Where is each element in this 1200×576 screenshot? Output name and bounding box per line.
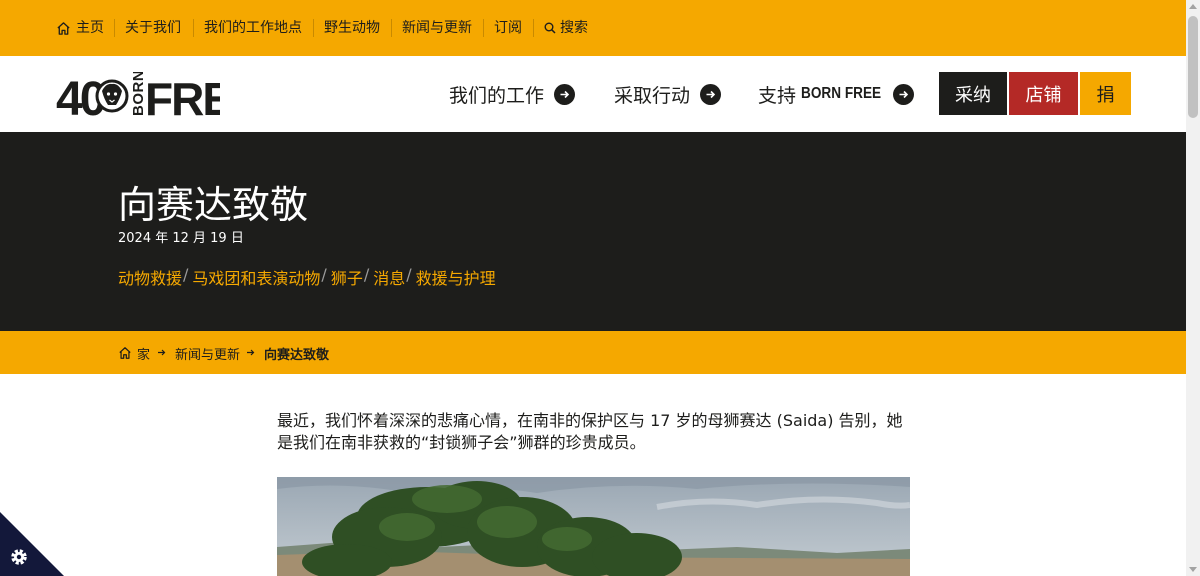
topnav-subscribe-link[interactable]: 订阅	[494, 18, 522, 38]
tag-news[interactable]: 消息	[373, 265, 405, 289]
divider	[391, 19, 392, 37]
lion-habitat-image	[277, 477, 910, 576]
tag-separator: /	[363, 265, 370, 284]
article-photo	[277, 477, 910, 576]
nav-our-work[interactable]: 我们的工作	[449, 80, 576, 108]
topnav-home-link[interactable]: 主页	[56, 18, 104, 38]
topnav-about-label: 关于我们	[125, 20, 181, 36]
article-hero: 向赛达致敬 2024 年 12 月 19 日 动物救援 / 马戏团和表演动物 / 狮…	[0, 132, 1186, 331]
divider	[193, 19, 194, 37]
breadcrumb-current-label: 向赛达致敬	[264, 347, 330, 363]
divider	[533, 19, 534, 37]
nav-support-label: 支持	[758, 84, 797, 107]
breadcrumb-current: 向赛达致敬	[264, 344, 330, 363]
divider	[114, 19, 115, 37]
scrollbar-thumb[interactable]	[1188, 16, 1198, 118]
topnav-search-label: 搜索	[560, 20, 588, 36]
topnav-wildlife-link[interactable]: 野生动物	[324, 18, 380, 38]
arrow-right-circle-icon	[700, 83, 722, 105]
gear-icon	[0, 512, 64, 576]
breadcrumb-news-label: 新闻与更新	[175, 347, 241, 363]
tag-animal-rescue[interactable]: 动物救援	[118, 265, 182, 289]
topnav-subscribe-label: 订阅	[494, 20, 522, 36]
divider	[313, 19, 314, 37]
divider	[483, 19, 484, 37]
topnav-home-label: 主页	[76, 20, 104, 36]
tag-separator: /	[406, 265, 412, 284]
tag-lions[interactable]: 狮子	[331, 265, 363, 289]
vertical-scrollbar[interactable]	[1186, 0, 1200, 576]
chevron-right-icon	[158, 349, 166, 356]
top-utility-bar: 主页 关于我们 我们的工作地点 野生动物 新闻与更新 订阅 搜索	[0, 0, 1186, 56]
home-icon	[119, 347, 131, 359]
publish-date: 2024 年 12 月 19 日	[118, 231, 244, 246]
nav-support-brand: BORN FREE	[801, 85, 882, 102]
search-icon	[544, 22, 556, 34]
cookie-settings-button[interactable]	[0, 512, 64, 576]
tag-list: 动物救援 / 马戏团和表演动物 / 狮子 / 消息 / 救援与护理	[118, 265, 496, 289]
site-header: 40 BORN FREE 我们的工作 采取行动 支持 BORN FREE	[0, 56, 1186, 132]
article-intro: 最近，我们怀着深深的悲痛心情，在南非的保护区与 17 岁的母狮赛达 (Saida…	[277, 411, 903, 452]
scroll-down-arrow-icon[interactable]	[1189, 567, 1197, 572]
tag-rescue-care[interactable]: 救援与护理	[416, 265, 496, 289]
nav-our-work-label: 我们的工作	[449, 84, 545, 107]
adopt-button-label: 采纳	[955, 84, 991, 106]
topnav-locations-link[interactable]: 我们的工作地点	[204, 18, 302, 38]
arrow-right-circle-icon	[893, 83, 915, 105]
topnav-wildlife-label: 野生动物	[324, 20, 380, 36]
topnav-news-link[interactable]: 新闻与更新	[402, 18, 472, 38]
page-title: 向赛达致敬	[118, 183, 309, 227]
nav-take-action-label: 采取行动	[614, 84, 691, 107]
topnav-about-link[interactable]: 关于我们	[125, 18, 181, 38]
born-free-logo[interactable]: 40 BORN FREE	[56, 70, 262, 126]
svg-text:FREE: FREE	[145, 73, 220, 118]
scroll-up-arrow-icon[interactable]	[1189, 4, 1197, 9]
shop-button[interactable]: 店铺	[1009, 72, 1078, 115]
breadcrumb-home-label: 家	[137, 347, 151, 363]
chevron-right-icon	[247, 349, 255, 356]
nav-take-action[interactable]: 采取行动	[614, 80, 722, 108]
nav-support[interactable]: 支持 BORN FREE	[758, 80, 915, 108]
tag-separator: /	[321, 265, 327, 284]
shop-button-label: 店铺	[1025, 84, 1062, 106]
adopt-button[interactable]: 采纳	[939, 72, 1007, 115]
arrow-right-circle-icon	[554, 83, 576, 105]
home-icon	[57, 21, 70, 35]
breadcrumb-news[interactable]: 新闻与更新	[175, 344, 241, 363]
breadcrumb-home[interactable]: 家	[118, 344, 151, 363]
donate-button-label: 捐	[1096, 84, 1115, 106]
topnav-locations-label: 我们的工作地点	[204, 20, 302, 36]
born-free-logo-image: 40 BORN FREE	[56, 70, 262, 126]
donate-button[interactable]: 捐	[1080, 72, 1131, 115]
topnav-search-link[interactable]: 搜索	[544, 18, 588, 38]
tag-circus-animals[interactable]: 马戏团和表演动物	[192, 265, 320, 289]
tag-separator: /	[183, 265, 189, 284]
breadcrumb: 家 新闻与更新 向赛达致敬	[0, 331, 1186, 374]
topnav-news-label: 新闻与更新	[402, 20, 472, 36]
